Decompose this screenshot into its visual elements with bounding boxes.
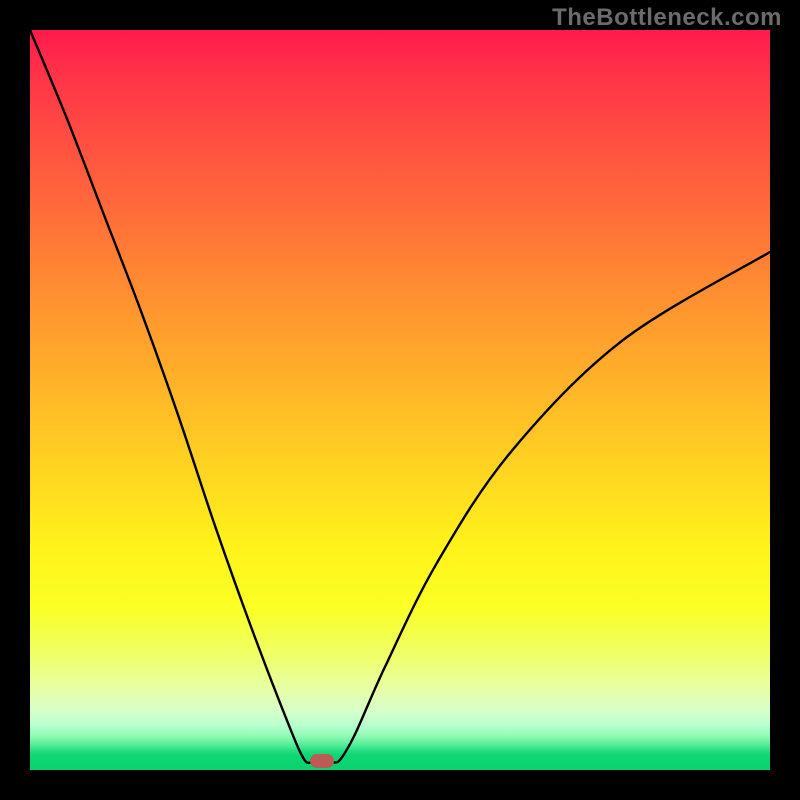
- curve-svg: [30, 30, 770, 770]
- plot-area: [30, 30, 770, 770]
- min-marker: [310, 754, 334, 768]
- watermark-text: TheBottleneck.com: [552, 4, 782, 32]
- chart-frame: TheBottleneck.com: [0, 0, 800, 800]
- bottleneck-curve-path: [30, 30, 770, 763]
